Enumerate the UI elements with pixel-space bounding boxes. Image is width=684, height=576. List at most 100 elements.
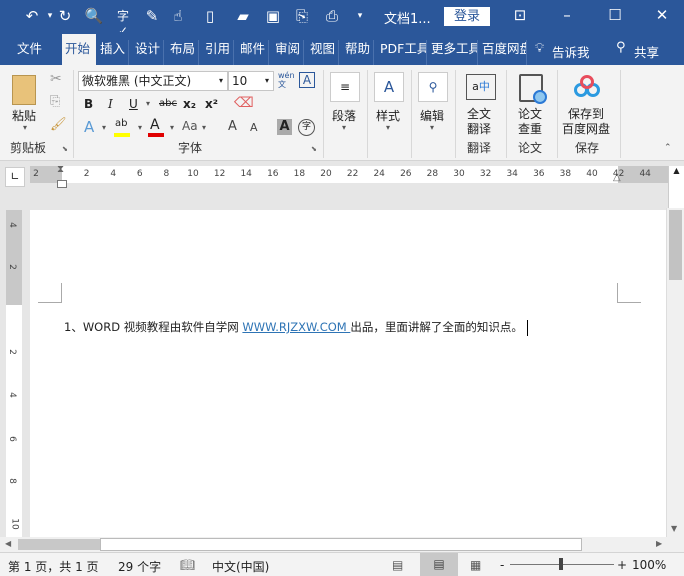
tab-file[interactable]: 文件 (14, 40, 45, 65)
font-launcher-icon[interactable]: ⬊ (311, 145, 317, 153)
tab-help[interactable]: 帮助 (342, 40, 375, 65)
tab-view[interactable]: 视图 (307, 40, 340, 65)
underline-dropdown-icon[interactable]: ▾ (146, 99, 150, 108)
proofing-icon[interactable]: 📖︎ (180, 558, 195, 572)
tab-stop-selector[interactable]: ∟ (5, 167, 25, 187)
full-translate-button[interactable]: 全文 翻译 (467, 107, 491, 137)
touch-mode-icon[interactable]: ☝ (168, 7, 188, 25)
paste-dropdown-icon[interactable]: ▾ (23, 123, 27, 132)
language[interactable]: 中文(中国) (212, 558, 269, 575)
shrink-font-button[interactable]: A (250, 121, 258, 134)
tab-more-tools[interactable]: 更多工具 (428, 40, 478, 65)
website-link[interactable]: WWW.RJZXW.COM (242, 320, 350, 334)
char-shading-button[interactable]: A (277, 119, 292, 135)
bold-button[interactable]: B (84, 97, 93, 111)
scroll-down-button[interactable]: ▼ (671, 524, 677, 533)
first-line-indent-marker[interactable]: ⧗ (57, 164, 64, 175)
paper-check-button[interactable]: 论文 查重 (518, 107, 542, 137)
web-layout-icon[interactable]: ▦ (470, 558, 481, 572)
new-doc-icon[interactable]: ▯ (200, 7, 220, 25)
close-icon[interactable]: ✕ (647, 6, 677, 24)
tab-baidu-pan[interactable]: 百度网盘 (479, 40, 527, 65)
zoom-level[interactable]: 100% (632, 558, 666, 572)
char-border-button[interactable]: A (299, 72, 315, 88)
phonetic-guide-button[interactable]: wén文 (278, 71, 295, 89)
save-to-baidu-pan-button[interactable]: 保存到 百度网盘 (562, 107, 610, 137)
left-indent-marker[interactable] (57, 180, 67, 188)
change-case-button[interactable]: Aa (182, 119, 198, 133)
cut-icon[interactable]: ✂ (50, 71, 62, 87)
underline-button[interactable]: U (129, 97, 138, 111)
styles-dropdown-icon[interactable]: ▾ (386, 123, 390, 132)
document-page[interactable]: 1、WORD 视频教程由软件自学网 WWW.RJZXW.COM 出品，里面讲解了… (30, 210, 666, 537)
print-preview-icon[interactable]: 🔍 (84, 7, 104, 25)
collapse-ribbon-icon[interactable]: ⌃ (664, 143, 672, 153)
scroll-up-button[interactable]: ▲ (668, 166, 684, 208)
login-button[interactable]: 登录 (444, 7, 490, 26)
horizontal-ruler[interactable]: ⧗ △ 2 2 4 6 8 10 12 14 16 18 20 22 24 26 28 30 32 34 36 38 4… (30, 164, 668, 188)
vertical-scroll-thumb[interactable] (669, 210, 682, 280)
print-icon[interactable]: ⎙ (322, 7, 342, 25)
save-icon[interactable]: ▣ (263, 7, 283, 25)
scroll-right-button[interactable]: ▶ (656, 539, 662, 548)
read-mode-icon[interactable]: ▤ (392, 558, 403, 572)
copy-icon[interactable]: ⎘ (50, 94, 60, 109)
tab-insert[interactable]: 插入 (97, 40, 130, 65)
word-count[interactable]: 29 个字 (118, 558, 161, 575)
undo-icon[interactable]: ↶ (22, 7, 42, 25)
grow-font-button[interactable]: A (228, 119, 237, 134)
clear-formatting-icon[interactable]: ⌫ (234, 95, 254, 111)
text-effects-button[interactable]: A (84, 118, 94, 136)
clipboard-launcher-icon[interactable]: ⬊ (62, 145, 68, 153)
paste-button[interactable]: 粘贴 (12, 107, 36, 124)
print-layout-icon[interactable]: ▤ (420, 553, 458, 576)
share-button[interactable]: 共享 (634, 42, 659, 61)
change-case-dropdown-icon[interactable]: ▾ (202, 123, 206, 132)
tab-review[interactable]: 审阅 (272, 40, 305, 65)
font-color-button[interactable]: A (150, 117, 160, 133)
minimize-icon[interactable]: – (552, 6, 582, 24)
zoom-in-button[interactable]: + (617, 558, 627, 572)
highlight-dropdown-icon[interactable]: ▾ (138, 123, 142, 132)
maximize-icon[interactable]: ☐ (600, 6, 630, 24)
horizontal-scrollbar[interactable]: ◀ ▶ (0, 537, 684, 552)
paste-icon[interactable] (12, 75, 36, 105)
tab-layout[interactable]: 布局 (167, 40, 200, 65)
font-color-dropdown-icon[interactable]: ▾ (170, 123, 174, 132)
vertical-scrollbar[interactable]: ▼ (666, 208, 684, 537)
redo-icon[interactable]: ↻ (55, 7, 75, 25)
tab-references[interactable]: 引用 (202, 40, 235, 65)
font-size-select[interactable]: 10 ▾ (228, 71, 274, 91)
horizontal-scroll-thumb[interactable] (100, 538, 582, 551)
tab-pdf-tools[interactable]: PDF工具 (377, 40, 427, 65)
superscript-button[interactable]: x² (205, 97, 218, 111)
font-name-select[interactable]: 微软雅黑 (中文正文) ▾ (78, 71, 228, 91)
edit-icon[interactable]: ✎ (142, 7, 162, 25)
format-painter-icon[interactable]: 🖌︎ (50, 117, 67, 132)
open-icon[interactable]: ▰ (233, 7, 253, 25)
tell-me-button[interactable]: 告诉我 (552, 42, 590, 61)
ribbon-display-icon[interactable]: ⊡ (505, 6, 535, 24)
text-effects-dropdown-icon[interactable]: ▾ (102, 123, 106, 132)
tab-mailings[interactable]: 邮件 (237, 40, 270, 65)
italic-button[interactable]: I (108, 97, 113, 111)
zoom-out-button[interactable]: - (500, 558, 504, 572)
tab-home[interactable]: 开始 (62, 34, 96, 65)
page-count[interactable]: 第 1 页，共 1 页 (8, 558, 99, 575)
paragraph-button[interactable]: 段落 (332, 107, 356, 124)
strikethrough-button[interactable]: abc (159, 98, 177, 109)
highlight-button[interactable]: ab (115, 118, 127, 129)
tab-design[interactable]: 设计 (132, 40, 165, 65)
editing-button[interactable]: 编辑 (420, 107, 444, 124)
scroll-left-button[interactable]: ◀ (5, 539, 11, 548)
subscript-button[interactable]: x₂ (183, 97, 196, 111)
zoom-slider-thumb[interactable] (559, 558, 563, 570)
vertical-ruler[interactable]: 4 2 2 4 6 8 10 (6, 210, 22, 537)
enclose-char-button[interactable]: 字 (298, 119, 315, 136)
styles-button[interactable]: 样式 (376, 107, 400, 124)
customize-icon[interactable]: ▾ (350, 11, 370, 21)
editing-dropdown-icon[interactable]: ▾ (430, 123, 434, 132)
attach-icon[interactable]: ⎘ (292, 7, 312, 25)
document-paragraph[interactable]: 1、WORD 视频教程由软件自学网 WWW.RJZXW.COM 出品，里面讲解了… (64, 319, 528, 336)
paragraph-dropdown-icon[interactable]: ▾ (342, 123, 346, 132)
